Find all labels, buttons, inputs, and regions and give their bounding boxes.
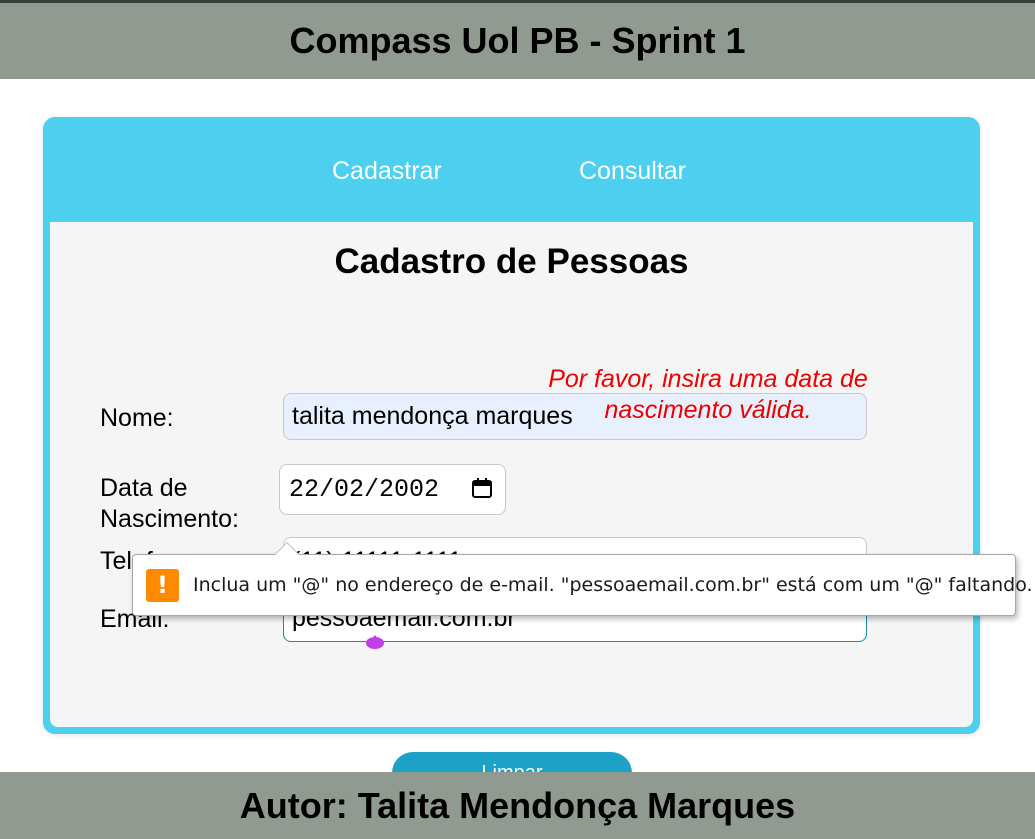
form-panel: Cadastro de Pessoas Nome: talita mendonç… <box>50 222 973 794</box>
nascimento-label-line1: Data de <box>100 474 188 502</box>
calendar-icon[interactable] <box>471 477 493 499</box>
nascimento-label-line2: Nascimento: <box>100 505 239 533</box>
nascimento-error-message: Por favor, insira uma data de nascimento… <box>528 364 888 426</box>
nome-label: Nome: <box>100 404 174 432</box>
validation-message: Inclua um "@" no endereço de e-mail. "pe… <box>193 574 1033 596</box>
nascimento-date-input[interactable]: 22/02/2002 <box>279 464 506 515</box>
page-header: Compass Uol PB - Sprint 1 <box>0 3 1035 79</box>
text-selection-handle-bottom-icon[interactable] <box>365 635 385 649</box>
nascimento-error-line1: Por favor, insira uma data de <box>548 365 868 393</box>
page-footer: Autor: Talita Mendonça Marques <box>0 772 1035 839</box>
warning-icon: ! <box>146 568 179 602</box>
nascimento-label: Data de Nascimento: <box>100 473 239 535</box>
footer-author: Autor: Talita Mendonça Marques <box>239 784 796 826</box>
nascimento-input-value: 22/02/2002 <box>289 475 440 504</box>
nav-cadastrar-link[interactable]: Cadastrar <box>332 157 442 186</box>
page-title: Compass Uol PB - Sprint 1 <box>289 20 746 61</box>
form-title: Cadastro de Pessoas <box>334 242 689 281</box>
top-nav: Cadastrar Consultar <box>43 117 980 222</box>
form-card: Cadastrar Consultar Cadastro de Pessoas … <box>43 117 980 794</box>
email-validation-tooltip: ! Inclua um "@" no endereço de e-mail. "… <box>132 542 1033 616</box>
nav-consultar-link[interactable]: Consultar <box>579 157 686 186</box>
nascimento-error-line2: nascimento válida. <box>604 396 812 424</box>
